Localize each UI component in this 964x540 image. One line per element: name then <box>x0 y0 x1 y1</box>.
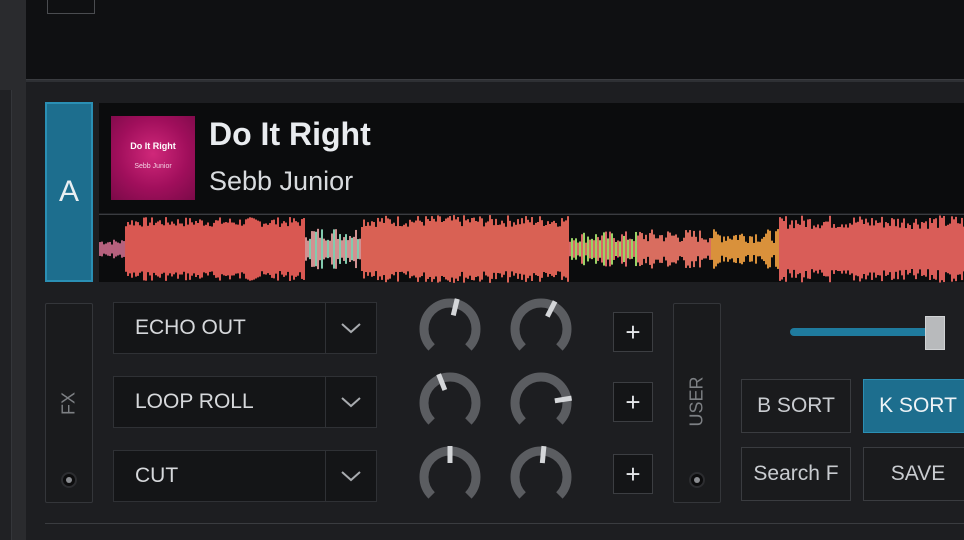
left-scrollbar[interactable] <box>0 90 12 540</box>
fx-knob[interactable] <box>418 445 482 509</box>
fx-select-2[interactable]: LOOP ROLL <box>113 376 377 428</box>
fx-select-label: LOOP ROLL <box>135 390 254 413</box>
top-checkbox[interactable] <box>47 0 95 14</box>
fx-select-3[interactable]: CUT <box>113 450 377 502</box>
chevron-down-icon[interactable] <box>325 451 376 501</box>
user-label: USER <box>686 376 707 427</box>
user-slider-track[interactable] <box>790 328 940 336</box>
search-f-button[interactable]: Search F <box>741 447 851 501</box>
fx-knob[interactable] <box>418 297 482 361</box>
user-indicator-icon[interactable] <box>689 472 705 488</box>
deck-letter: A <box>58 175 79 208</box>
k-sort-button[interactable]: K SORT <box>863 379 964 433</box>
track-artist: Sebb Junior <box>209 166 354 196</box>
fx-label: FX <box>58 392 79 416</box>
cover-title: Do It Right <box>130 141 176 151</box>
fx-select-label: ECHO OUT <box>135 316 246 339</box>
fx-panel: FX <box>45 303 93 503</box>
fx-select-1[interactable]: ECHO OUT <box>113 302 377 354</box>
waveform[interactable] <box>99 214 964 283</box>
chevron-down-icon[interactable] <box>325 303 376 353</box>
fx-indicator-icon[interactable] <box>61 472 77 488</box>
fx-knob[interactable] <box>418 371 482 435</box>
fx-add-button[interactable]: + <box>613 382 653 422</box>
fx-select-label: CUT <box>135 464 179 487</box>
chevron-down-icon[interactable] <box>325 377 376 427</box>
fx-knob[interactable] <box>509 297 573 361</box>
fx-knob[interactable] <box>509 371 573 435</box>
waveform-graphic <box>99 215 964 283</box>
deck-letter-button[interactable]: A <box>45 102 93 282</box>
fx-knob[interactable] <box>509 445 573 509</box>
fx-add-button[interactable]: + <box>613 454 653 494</box>
save-button[interactable]: SAVE <box>863 447 964 501</box>
left-strip <box>0 0 26 540</box>
top-panel <box>26 0 964 80</box>
fx-add-button[interactable]: + <box>613 312 653 352</box>
b-sort-button[interactable]: B SORT <box>741 379 851 433</box>
user-slider-handle[interactable] <box>925 316 945 350</box>
deck-window: A Do It Right Sebb Junior Do It Right Se… <box>0 0 964 540</box>
divider <box>45 523 964 524</box>
album-cover: Do It Right Sebb Junior <box>111 116 195 200</box>
user-panel: USER <box>673 303 721 503</box>
track-title: Do It Right <box>209 116 371 152</box>
cover-artist: Sebb Junior <box>134 163 172 170</box>
